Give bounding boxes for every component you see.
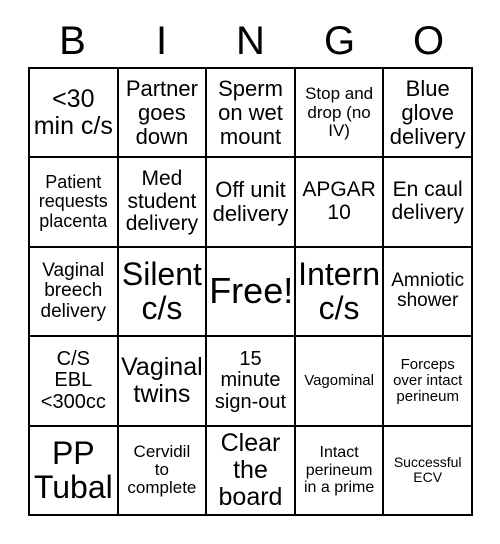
bingo-cell-i4[interactable]: Vaginal twins — [118, 337, 208, 427]
bingo-cell-text: Amniotic shower — [391, 269, 465, 312]
bingo-cell-i3[interactable]: Silent c/s — [118, 247, 208, 338]
bingo-cell-o1[interactable]: Blue glove delivery — [384, 69, 473, 159]
bingo-cell-o3[interactable]: Amniotic shower — [384, 247, 473, 338]
header-letter-b: B — [59, 18, 86, 63]
bingo-cell-text: Sperm on wet mount — [218, 76, 283, 149]
bingo-cell-b1[interactable]: <30 min c/s — [30, 69, 119, 159]
bingo-cell-text: Vaginal breech delivery — [40, 259, 107, 322]
bingo-cell-text: Med student delivery — [125, 167, 199, 236]
bingo-cell-text: Intern c/s — [298, 255, 380, 327]
bingo-cell-i1[interactable]: Partner goes down — [118, 69, 208, 159]
bingo-cell-text: C/S EBL <300cc — [40, 347, 106, 413]
bingo-cell-text: Vaginal twins — [121, 352, 203, 408]
bingo-cell-text: Blue glove delivery — [389, 76, 466, 149]
bingo-cell-text: 15 minute sign-out — [214, 347, 287, 413]
bingo-cell-text: Silent c/s — [121, 255, 202, 327]
header-letter-i: I — [155, 18, 168, 63]
bingo-cell-i2[interactable]: Med student delivery — [118, 158, 208, 248]
bingo-cell-o4[interactable]: Forceps over intact perineum — [384, 337, 473, 427]
bingo-cell-b2[interactable]: Patient requests placenta — [30, 158, 119, 248]
header-letter-n: N — [236, 18, 265, 63]
bingo-cell-g3[interactable]: Intern c/s — [295, 247, 385, 338]
bingo-cell-text: Stop and drop (no IV) — [305, 84, 374, 140]
bingo-cell-text: Partner goes down — [125, 76, 198, 149]
bingo-grid: <30 min c/s Partner goes down Sperm on w… — [28, 67, 473, 516]
bingo-cell-text: <30 min c/s — [33, 84, 113, 140]
bingo-cell-n4[interactable]: 15 minute sign-out — [207, 337, 296, 427]
bingo-card: B I N G O <30 min c/s Partner goes down … — [0, 0, 500, 544]
bingo-cell-text: Successful ECV — [393, 454, 462, 486]
bingo-cell-g2[interactable]: APGAR 10 — [295, 158, 385, 248]
bingo-cell-text: En caul delivery — [391, 178, 464, 225]
bingo-cell-text: Clear the board — [218, 428, 283, 511]
bingo-cell-b4[interactable]: C/S EBL <300cc — [30, 337, 119, 427]
bingo-header-row: B I N G O — [28, 14, 473, 67]
header-letter-o: O — [412, 18, 445, 63]
bingo-cell-i5[interactable]: Cervidil to complete — [118, 426, 208, 516]
bingo-cell-n5[interactable]: Clear the board — [207, 426, 296, 516]
bingo-cell-b5[interactable]: PP Tubal — [30, 426, 119, 516]
bingo-cell-free[interactable]: Free! — [207, 247, 296, 338]
header-letter-g: G — [323, 18, 356, 63]
bingo-cell-n1[interactable]: Sperm on wet mount — [207, 69, 296, 159]
bingo-cell-o2[interactable]: En caul delivery — [384, 158, 473, 248]
bingo-cell-text: PP Tubal — [33, 434, 113, 506]
bingo-cell-text: Forceps over intact perineum — [393, 355, 463, 405]
bingo-cell-b3[interactable]: Vaginal breech delivery — [30, 247, 119, 338]
bingo-cell-o5[interactable]: Successful ECV — [384, 426, 473, 516]
bingo-cell-text: Vagominal — [304, 371, 374, 389]
bingo-cell-n2[interactable]: Off unit delivery — [207, 158, 296, 248]
bingo-cell-text: APGAR 10 — [302, 178, 376, 225]
bingo-cell-g4[interactable]: Vagominal — [295, 337, 385, 427]
bingo-cell-text: Intact perineum in a prime — [303, 444, 375, 496]
bingo-cell-text: Off unit delivery — [212, 177, 289, 227]
bingo-cell-g1[interactable]: Stop and drop (no IV) — [295, 69, 385, 159]
bingo-cell-g5[interactable]: Intact perineum in a prime — [295, 426, 385, 516]
bingo-free-space-text: Free! — [209, 270, 294, 312]
bingo-cell-text: Cervidil to complete — [127, 441, 197, 498]
bingo-cell-text: Patient requests placenta — [38, 171, 108, 231]
